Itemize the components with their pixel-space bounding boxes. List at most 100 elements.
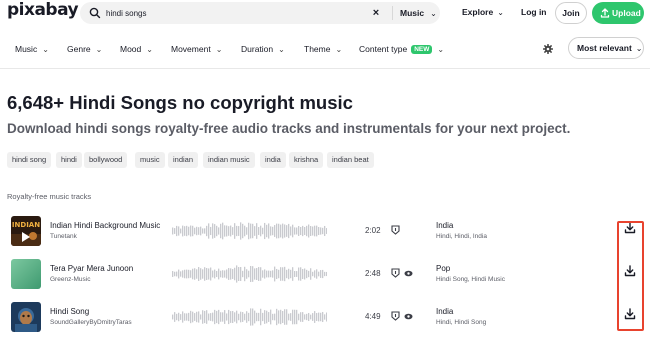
waveform-bar: [276, 268, 278, 280]
waveform-bar: [236, 225, 238, 237]
sort-label: Most relevant: [577, 43, 632, 53]
waveform-bar: [176, 313, 178, 321]
waveform-bar: [232, 310, 234, 324]
tag-chip[interactable]: hindi song: [7, 152, 52, 168]
track-thumbnail[interactable]: INDIAN: [11, 216, 41, 246]
waveform-bar: [304, 268, 306, 280]
track-row[interactable]: Tera Pyar Mera Junoon Greenz-Music 2:48 …: [0, 259, 650, 299]
filter-label: Music: [15, 44, 38, 54]
join-button[interactable]: Join: [555, 2, 587, 24]
waveform-bar: [268, 270, 270, 278]
track-genre[interactable]: Pop: [436, 264, 450, 273]
waveform-bar: [174, 228, 176, 234]
search-input[interactable]: [106, 5, 306, 21]
waveform-bar: [254, 268, 256, 280]
waveform-bar: [186, 225, 188, 237]
filter-bar: Music ⌄ Genre ⌄ Mood ⌄ Movement ⌄ Duration ⌄ …: [0, 36, 650, 64]
waveform-bar: [176, 271, 178, 277]
waveform-bar: [206, 310, 208, 324]
filter-movement[interactable]: Movement ⌄: [171, 44, 222, 54]
page-title: 6,648+ Hindi Songs no copyright music: [7, 92, 353, 113]
waveform-bar: [208, 223, 210, 239]
waveform-bar: [260, 225, 262, 237]
sort-select[interactable]: Most relevant ⌄: [568, 37, 644, 59]
tag-chip[interactable]: bollywood: [84, 152, 128, 168]
waveform-bar: [320, 227, 322, 235]
waveform-bar: [250, 223, 252, 239]
filter-content-type[interactable]: Content type NEW ⌄: [359, 44, 444, 54]
track-genre[interactable]: India: [436, 221, 453, 230]
waveform-bar: [296, 309, 298, 325]
waveform-bar: [240, 267, 242, 281]
waveform-bar: [326, 312, 327, 322]
media-type-select[interactable]: Music ⌄: [400, 6, 437, 20]
tag-chip[interactable]: hindi: [56, 152, 82, 168]
waveform-bar: [226, 225, 228, 237]
waveform-bar: [252, 223, 254, 239]
waveform[interactable]: [172, 307, 327, 327]
waveform-bar: [172, 227, 174, 235]
track-row[interactable]: Hindi Song SoundGalleryByDmitryTaras 4:4…: [0, 302, 650, 338]
track-duration: 2:02: [365, 226, 381, 235]
filter-music[interactable]: Music ⌄: [15, 44, 49, 54]
waveform-bar: [210, 313, 212, 321]
filter-theme[interactable]: Theme ⌄: [304, 44, 342, 54]
filter-genre[interactable]: Genre ⌄: [67, 44, 102, 54]
waveform[interactable]: [172, 221, 327, 241]
login-link[interactable]: Log in: [521, 7, 547, 17]
waveform-bar: [174, 271, 176, 277]
waveform-bar: [290, 226, 292, 236]
tag-chip[interactable]: music: [135, 152, 165, 168]
waveform-bar: [220, 312, 222, 322]
track-genre[interactable]: India: [436, 307, 453, 316]
track-duration: 4:49: [365, 312, 381, 321]
waveform-bar: [316, 269, 318, 279]
tag-chip[interactable]: indian beat: [327, 152, 374, 168]
tag-chip[interactable]: krishna: [289, 152, 324, 168]
waveform-bar: [264, 310, 266, 324]
waveform-bar: [242, 312, 244, 322]
waveform-bar: [196, 269, 198, 279]
track-title[interactable]: Hindi Song: [50, 307, 89, 316]
filter-duration[interactable]: Duration ⌄: [241, 44, 285, 54]
filter-mood[interactable]: Mood ⌄: [120, 44, 153, 54]
explore-menu[interactable]: Explore ⌄: [462, 7, 504, 17]
waveform-bar: [300, 226, 302, 236]
tag-chip[interactable]: india: [260, 152, 286, 168]
track-thumbnail[interactable]: [11, 302, 41, 332]
track-author[interactable]: SoundGalleryByDmitryTaras: [50, 319, 132, 326]
track-title[interactable]: Indian Hindi Background Music: [50, 221, 160, 230]
waveform-bar: [280, 224, 282, 238]
clear-search-icon[interactable]: ×: [369, 6, 383, 20]
waveform-bar: [314, 311, 316, 323]
waveform-bar: [182, 311, 184, 323]
waveform-bar: [252, 308, 254, 326]
waveform-bar: [322, 269, 324, 279]
waveform-bar: [284, 309, 286, 325]
waveform-bar: [304, 227, 306, 235]
chevron-down-icon: ⌄: [335, 45, 343, 54]
tag-chip[interactable]: indian music: [203, 152, 255, 168]
tag-chip[interactable]: indian: [168, 152, 199, 168]
waveform-bar: [262, 270, 264, 278]
waveform-bar: [224, 270, 226, 278]
waveform-bar: [278, 269, 280, 279]
upload-button[interactable]: Upload: [592, 2, 644, 24]
waveform-bar: [226, 269, 228, 279]
pixabay-logo[interactable]: pixabay: [7, 0, 79, 20]
track-author[interactable]: Tunetank: [50, 233, 77, 240]
track-row[interactable]: INDIAN Indian Hindi Background Music Tun…: [0, 216, 650, 256]
waveform-bar: [190, 225, 192, 237]
track-title[interactable]: Tera Pyar Mera Junoon: [50, 264, 133, 273]
waveform-bar: [244, 266, 246, 282]
track-author[interactable]: Greenz-Music: [50, 276, 90, 283]
gear-icon[interactable]: [543, 44, 553, 54]
waveform-bar: [210, 267, 212, 281]
waveform-bar: [228, 268, 230, 280]
waveform[interactable]: [172, 264, 327, 284]
waveform-bar: [232, 269, 234, 279]
top-header: pixabay × Music⌄ Explore⌄ Log in Join Up…: [0, 0, 650, 27]
preview-eye-icon: [404, 270, 413, 277]
waveform-bar: [320, 270, 322, 278]
track-thumbnail[interactable]: [11, 259, 41, 289]
